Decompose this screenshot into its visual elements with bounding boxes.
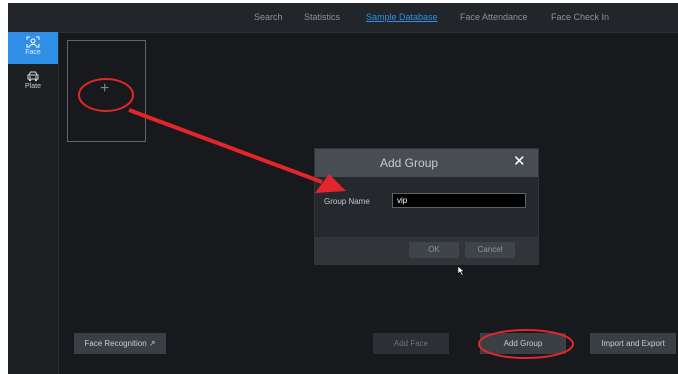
plus-icon: + bbox=[100, 80, 110, 97]
car-icon bbox=[27, 71, 39, 81]
sidebar-item-face[interactable]: Face bbox=[8, 32, 58, 64]
sidebar-item-plate[interactable]: Plate bbox=[8, 66, 58, 98]
group-name-label: Group Name bbox=[324, 197, 370, 206]
face-icon bbox=[26, 36, 40, 48]
add-face-button[interactable]: Add Face bbox=[373, 333, 449, 354]
top-nav-bar: Search Statistics Sample Database Face A… bbox=[8, 3, 678, 33]
cancel-button[interactable]: Cancel bbox=[465, 242, 515, 258]
add-group-button[interactable]: Add Group bbox=[480, 333, 566, 354]
dialog-title: Add Group bbox=[380, 156, 439, 170]
face-recognition-button[interactable]: Face Recognition ↗ bbox=[74, 333, 166, 354]
tab-statistics[interactable]: Statistics bbox=[304, 12, 340, 22]
app-window: Search Statistics Sample Database Face A… bbox=[0, 0, 678, 374]
group-name-input[interactable] bbox=[392, 193, 526, 208]
dialog-header: Add Group ✕ bbox=[315, 149, 538, 177]
mouse-cursor-icon bbox=[458, 266, 465, 276]
tab-face-attendance[interactable]: Face Attendance bbox=[460, 12, 528, 22]
tab-sample-database[interactable]: Sample Database bbox=[366, 12, 438, 22]
external-link-icon: ↗ bbox=[148, 339, 156, 348]
dialog-footer: OK Cancel bbox=[315, 237, 538, 264]
tab-search[interactable]: Search bbox=[254, 12, 283, 22]
sidebar-item-label: Plate bbox=[25, 83, 41, 90]
ok-button[interactable]: OK bbox=[409, 242, 459, 258]
sidebar-item-label: Face bbox=[25, 49, 41, 56]
tab-face-check-in[interactable]: Face Check In bbox=[551, 12, 609, 22]
import-export-button[interactable]: Import and Export bbox=[590, 333, 676, 354]
screen: Search Statistics Sample Database Face A… bbox=[8, 3, 678, 374]
face-recognition-label: Face Recognition bbox=[84, 339, 147, 348]
add-group-card[interactable]: + bbox=[67, 40, 146, 142]
add-group-dialog: Add Group ✕ Group Name OK Cancel bbox=[315, 149, 538, 264]
sidebar: Face Plate bbox=[8, 32, 59, 374]
close-icon[interactable]: ✕ bbox=[513, 154, 526, 169]
